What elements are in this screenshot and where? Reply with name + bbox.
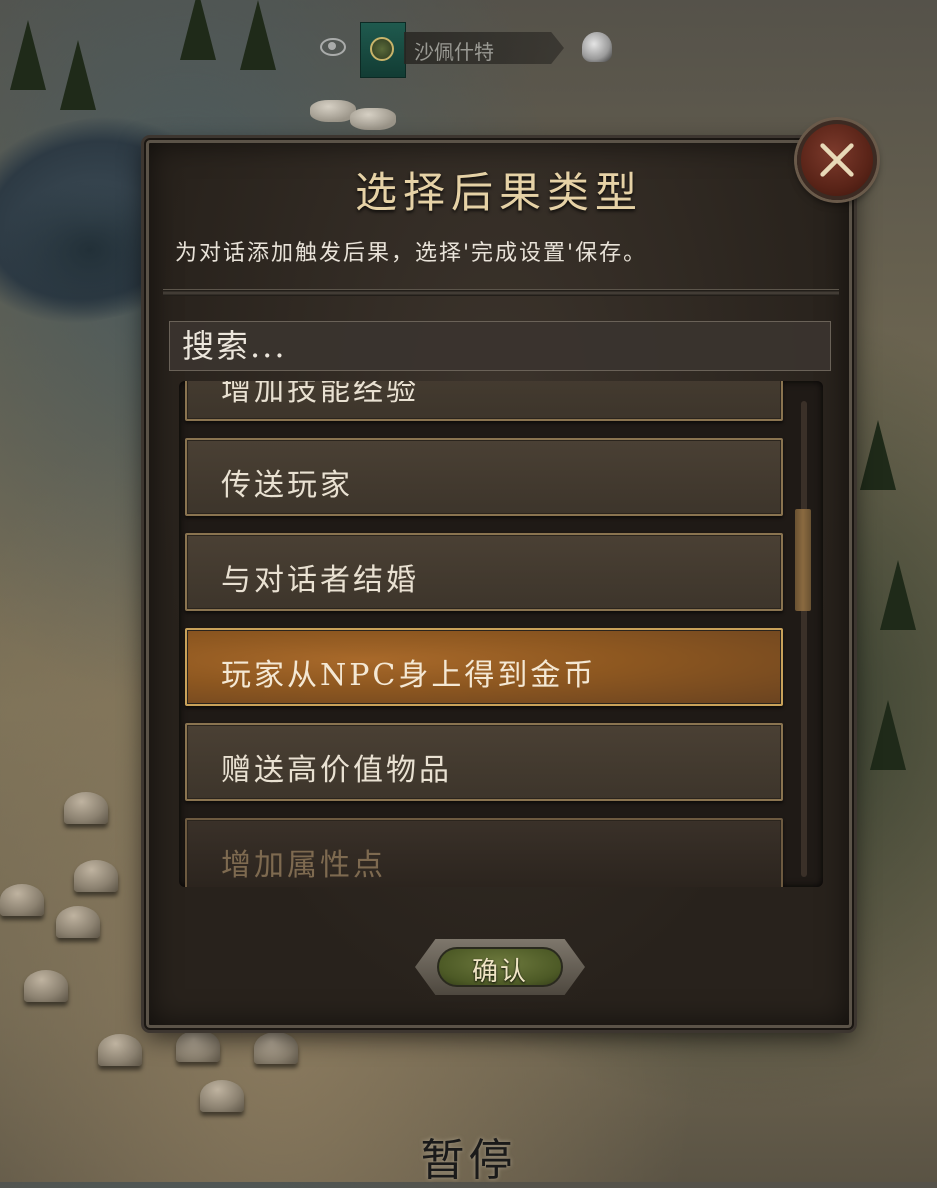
list-item-marry-speaker[interactable]: 与对话者结婚 bbox=[185, 533, 783, 611]
clan-emblem-icon bbox=[370, 37, 394, 61]
list-item-teleport-player[interactable]: 传送玩家 bbox=[185, 438, 783, 516]
yurt-tent bbox=[254, 1032, 298, 1064]
pine-tree bbox=[180, 0, 216, 60]
consequence-list-inner: 增加技能经验 传送玩家 与对话者结婚 玩家从NPC身上得到金币 赠送高价值物品 … bbox=[185, 381, 785, 887]
consequence-list[interactable]: 增加技能经验 传送玩家 与对话者结婚 玩家从NPC身上得到金币 赠送高价值物品 … bbox=[179, 381, 823, 887]
yurt-tent bbox=[74, 860, 118, 892]
list-item-label: 与对话者结婚 bbox=[221, 563, 419, 598]
list-item-add-attribute-points[interactable]: 增加属性点 bbox=[185, 818, 783, 887]
yurt-tent bbox=[24, 970, 68, 1002]
close-icon bbox=[820, 143, 854, 177]
list-item-label: 赠送高价值物品 bbox=[221, 753, 452, 788]
search-input[interactable] bbox=[169, 321, 831, 371]
list-item-increase-skill-xp[interactable]: 增加技能经验 bbox=[185, 381, 783, 421]
yurt-tent bbox=[0, 884, 44, 916]
consequence-type-dialog: 选择后果类型 为对话添加触发后果，选择'完成设置'保存。 增加技能经验 传送玩家… bbox=[144, 138, 854, 1030]
list-item-gift-valuable-item[interactable]: 赠送高价值物品 bbox=[185, 723, 783, 801]
scrollbar-track[interactable] bbox=[801, 401, 807, 877]
clan-banner-flag bbox=[360, 22, 406, 78]
pine-tree bbox=[10, 20, 46, 90]
yurt-tent bbox=[56, 906, 100, 938]
dialog-title: 选择后果类型 bbox=[354, 168, 643, 217]
list-item-label: 增加属性点 bbox=[221, 848, 386, 883]
dialog-subtitle: 为对话添加触发后果，选择'完成设置'保存。 bbox=[175, 241, 648, 266]
scrollbar-thumb[interactable] bbox=[795, 509, 811, 611]
list-item-label: 玩家从NPC身上得到金币 bbox=[221, 658, 597, 693]
title-divider bbox=[163, 289, 839, 296]
eye-icon[interactable] bbox=[320, 38, 346, 56]
pine-tree bbox=[870, 700, 906, 770]
yurt-tent bbox=[200, 1080, 244, 1112]
list-item-label: 增加技能经验 bbox=[221, 381, 419, 408]
pine-tree bbox=[860, 420, 896, 490]
settlement-name: 沙佩什特 bbox=[414, 40, 494, 64]
confirm-button-label: 确认 bbox=[471, 957, 528, 987]
pine-tree bbox=[240, 0, 276, 70]
pine-tree bbox=[880, 560, 916, 630]
pine-tree bbox=[60, 40, 96, 110]
confirm-button[interactable]: 确认 bbox=[415, 939, 585, 995]
yurt-tent bbox=[176, 1030, 220, 1062]
settlement-banner[interactable]: 沙佩什特 bbox=[318, 22, 618, 78]
pause-status: 暂停 bbox=[420, 1135, 517, 1186]
helmet-icon bbox=[582, 32, 612, 62]
list-item-label: 传送玩家 bbox=[221, 468, 353, 503]
yurt-tent bbox=[64, 792, 108, 824]
yurt-tent bbox=[98, 1034, 142, 1066]
close-button[interactable] bbox=[797, 120, 877, 200]
list-item-gold-from-npc[interactable]: 玩家从NPC身上得到金币 bbox=[185, 628, 783, 706]
rock bbox=[350, 108, 396, 130]
